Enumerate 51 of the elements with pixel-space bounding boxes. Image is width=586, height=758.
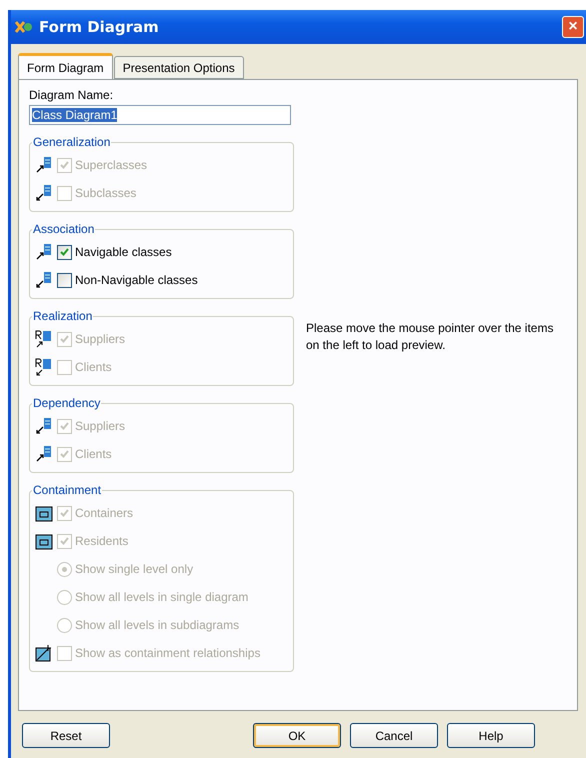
option-label: Show all levels in subdiagrams xyxy=(75,618,240,632)
group-title: Association xyxy=(32,222,96,236)
realization-icon xyxy=(35,358,53,376)
container-icon xyxy=(35,504,53,522)
dialog-button[interactable]: Reset xyxy=(22,723,110,748)
tab[interactable]: Form Diagram xyxy=(18,53,113,79)
group-title: Realization xyxy=(32,309,94,323)
dialog-button[interactable]: OK xyxy=(253,723,341,748)
checkbox[interactable] xyxy=(57,244,72,260)
check-icon xyxy=(60,509,69,517)
option-label: Show single level only xyxy=(75,562,194,576)
check-icon xyxy=(60,161,69,169)
tab[interactable]: Presentation Options xyxy=(114,56,244,79)
resident-icon xyxy=(35,532,53,550)
group-title: Containment xyxy=(32,483,102,497)
close-button[interactable]: × xyxy=(562,16,584,38)
diagram-name-field[interactable]: Class Diagram1 xyxy=(29,105,291,125)
check-icon xyxy=(60,450,69,458)
class-down-arrow-icon xyxy=(35,184,53,202)
option-label: Suppliers xyxy=(75,419,126,433)
option-label: Clients xyxy=(75,447,112,461)
option-label: Containers xyxy=(75,506,134,520)
preview-hint: Please move the mouse pointer over the items on the left to load preview. xyxy=(306,320,554,354)
group-title: Generalization xyxy=(32,135,112,149)
realization-icon xyxy=(35,330,53,348)
option-label: Superclasses xyxy=(75,158,148,172)
option-label: Suppliers xyxy=(75,332,126,346)
dialog-button[interactable]: Cancel xyxy=(350,723,438,748)
containment-relation-icon xyxy=(35,644,53,662)
option-label: Subclasses xyxy=(75,186,136,200)
option-label: Show all levels in single diagram xyxy=(75,590,248,604)
class-down-arrow-icon xyxy=(35,417,53,435)
option-label: Show as containment relationships xyxy=(75,646,260,660)
class-down-arrow-icon xyxy=(35,271,53,289)
field-label: Diagram Name: xyxy=(29,88,114,102)
app-logo-icon xyxy=(15,20,33,34)
dialog-button[interactable]: Help xyxy=(447,723,535,748)
option-label: Residents xyxy=(75,534,128,548)
class-up-arrow-icon xyxy=(35,156,53,174)
group-title: Dependency xyxy=(32,396,102,410)
check-icon xyxy=(60,537,69,545)
checkbox[interactable] xyxy=(57,272,72,288)
check-icon xyxy=(60,422,69,430)
window-title: Form Diagram xyxy=(39,18,160,36)
check-icon xyxy=(60,248,69,256)
check-icon xyxy=(60,335,69,343)
option-label: Clients xyxy=(75,360,112,374)
option-label: Non-Navigable classes xyxy=(75,273,198,287)
class-up-arrow-icon xyxy=(35,243,53,261)
class-up-arrow-icon xyxy=(35,445,53,463)
option-label: Navigable classes xyxy=(75,245,172,259)
